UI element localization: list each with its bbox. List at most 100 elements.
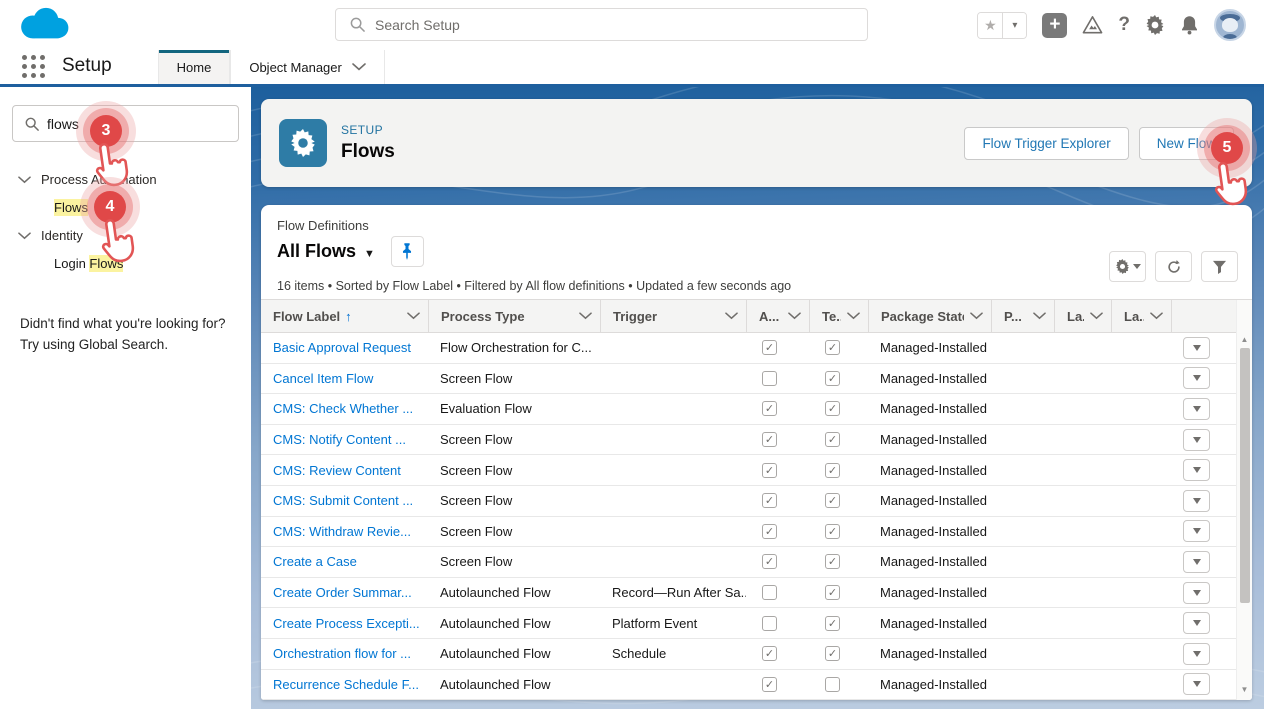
caret-down-icon [1193,375,1201,381]
column-header-flow-label[interactable]: Flow Label↑ [261,300,428,332]
column-menu-chevron-icon[interactable] [1027,312,1046,320]
column-header-la-[interactable]: La... [1054,300,1111,332]
column-menu-chevron-icon[interactable] [401,312,420,320]
column-header-process-type[interactable]: Process Type [428,300,600,332]
row-actions-button[interactable] [1183,459,1210,481]
row-actions-button[interactable] [1183,643,1210,665]
column-menu-chevron-icon[interactable] [782,312,801,320]
flow-link[interactable]: CMS: Check Whether ... [273,401,413,416]
active-checkbox[interactable]: ✓ [762,432,777,447]
flow-link[interactable]: CMS: Submit Content ... [273,493,413,508]
column-menu-chevron-icon[interactable] [1144,312,1163,320]
favorites-caret-icon[interactable]: ▾ [1002,13,1026,38]
flow-link[interactable]: Recurrence Schedule F... [273,677,419,692]
column-menu-chevron-icon[interactable] [841,312,860,320]
vertical-scrollbar[interactable]: ▲ ▼ [1236,300,1252,700]
refresh-button[interactable] [1155,251,1192,282]
active-checkbox[interactable]: ✓ [762,401,777,416]
column-header-p-[interactable]: P... [991,300,1054,332]
quick-find-box[interactable] [12,105,239,142]
template-checkbox[interactable]: ✓ [825,493,840,508]
column-header-a-[interactable]: A... [746,300,809,332]
template-checkbox[interactable]: ✓ [825,646,840,661]
list-settings-button[interactable] [1109,251,1146,282]
table-body: Basic Approval RequestFlow Orchestration… [261,333,1236,700]
active-checkbox[interactable] [762,371,777,386]
pin-list-view-button[interactable] [391,236,424,267]
template-checkbox[interactable]: ✓ [825,432,840,447]
list-view-selector[interactable]: All Flows▼ [277,241,375,262]
row-actions-button[interactable] [1183,612,1210,634]
template-checkbox[interactable]: ✓ [825,371,840,386]
column-menu-chevron-icon[interactable] [573,312,592,320]
flow-link[interactable]: Create Process Excepti... [273,616,420,631]
flow-link[interactable]: Create Order Summar... [273,585,412,600]
tab-object-manager[interactable]: Object Manager [230,50,385,84]
template-checkbox[interactable]: ✓ [825,554,840,569]
template-checkbox[interactable]: ✓ [825,585,840,600]
tree-group-identity[interactable]: Identity [12,222,239,249]
column-header-package-state[interactable]: Package State [868,300,991,332]
flow-trigger-explorer-button[interactable]: Flow Trigger Explorer [964,127,1128,160]
row-actions-button[interactable] [1183,337,1210,359]
row-actions-button[interactable] [1183,429,1210,451]
active-checkbox[interactable]: ✓ [762,646,777,661]
active-checkbox[interactable]: ✓ [762,677,777,692]
row-actions-button[interactable] [1183,551,1210,573]
guidance-center-icon[interactable] [1082,15,1103,35]
active-checkbox[interactable] [762,585,777,600]
flow-link[interactable]: CMS: Withdraw Revie... [273,524,411,539]
row-actions-button[interactable] [1183,582,1210,604]
template-checkbox[interactable]: ✓ [825,463,840,478]
flow-link[interactable]: CMS: Notify Content ... [273,432,406,447]
flow-link[interactable]: Create a Case [273,554,357,569]
template-checkbox[interactable] [825,677,840,692]
app-launcher-waffle-icon[interactable] [22,55,46,79]
row-actions-button[interactable] [1183,398,1210,420]
row-actions-button[interactable] [1183,673,1210,695]
active-checkbox[interactable]: ✓ [762,493,777,508]
active-checkbox[interactable]: ✓ [762,463,777,478]
setup-gear-icon[interactable] [1145,15,1165,35]
column-menu-chevron-icon[interactable] [719,312,738,320]
favorites-star-icon[interactable]: ★ [978,13,1002,38]
column-header-la-[interactable]: La... [1111,300,1171,332]
row-actions-button[interactable] [1183,490,1210,512]
row-actions-button[interactable] [1183,520,1210,542]
scrollbar-thumb[interactable] [1240,348,1250,603]
notifications-bell-icon[interactable] [1180,15,1199,35]
setup-nav-bar: Setup Home Object Manager [0,50,1264,87]
new-flow-button[interactable]: New Flow [1139,127,1234,160]
column-menu-chevron-icon[interactable] [1084,312,1103,320]
help-icon[interactable]: ? [1118,14,1130,36]
flow-link[interactable]: Cancel Item Flow [273,371,373,386]
tree-item-login-flows[interactable]: Login Flows [12,249,239,278]
column-menu-chevron-icon[interactable] [964,312,983,320]
global-search[interactable] [335,8,868,41]
flow-link[interactable]: Orchestration flow for ... [273,646,411,661]
column-header-te-[interactable]: Te... [809,300,868,332]
scroll-down-arrow-icon[interactable]: ▼ [1241,686,1249,694]
tree-group-process-automation[interactable]: Process Automation [12,166,239,193]
template-checkbox[interactable]: ✓ [825,524,840,539]
scroll-up-arrow-icon[interactable]: ▲ [1241,336,1249,344]
flow-link[interactable]: CMS: Review Content [273,463,401,478]
active-cell: ✓ [746,677,809,692]
column-header-trigger[interactable]: Trigger [600,300,746,332]
quick-create-plus-icon[interactable]: + [1042,13,1067,38]
active-checkbox[interactable]: ✓ [762,340,777,355]
active-checkbox[interactable]: ✓ [762,554,777,569]
template-checkbox[interactable]: ✓ [825,340,840,355]
flow-link[interactable]: Basic Approval Request [273,340,411,355]
global-search-input[interactable] [375,17,867,33]
quick-find-input[interactable] [47,116,238,132]
active-checkbox[interactable] [762,616,777,631]
row-actions-button[interactable] [1183,367,1210,389]
filter-button[interactable] [1201,251,1238,282]
tab-home[interactable]: Home [158,50,231,84]
active-checkbox[interactable]: ✓ [762,524,777,539]
tree-item-flows[interactable]: Flows [12,193,239,222]
template-checkbox[interactable]: ✓ [825,616,840,631]
user-avatar[interactable] [1214,9,1246,41]
template-checkbox[interactable]: ✓ [825,401,840,416]
